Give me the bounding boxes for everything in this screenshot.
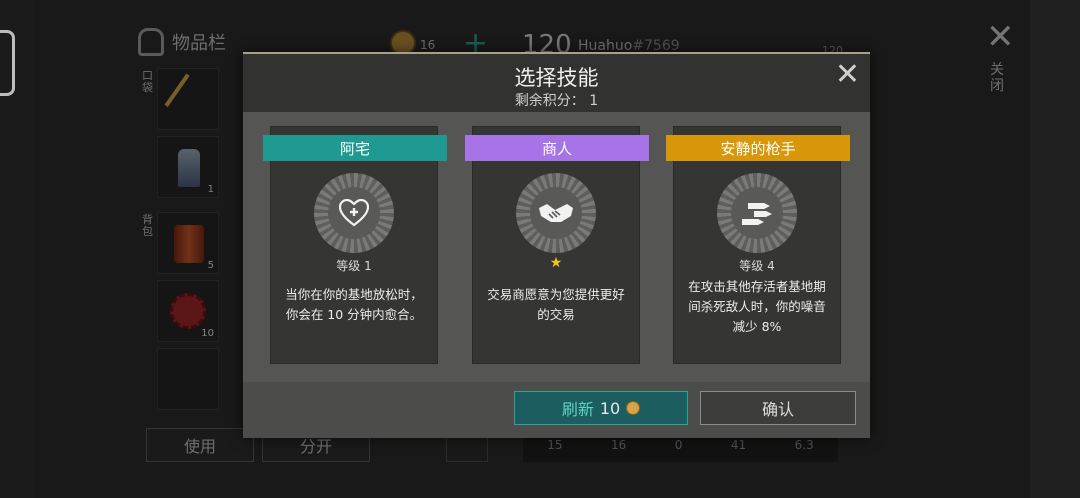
skill-badge [516,173,596,253]
star-icon: ★ [549,255,563,271]
close-icon[interactable]: ✕ [835,60,860,90]
skill-badge [314,173,394,253]
dialog-title: 选择技能 [514,66,599,90]
coin-icon [626,401,641,415]
skill-name-ribbon: 阿宅 [257,135,453,161]
skill-level: 等级 1 [336,259,372,273]
skill-name-ribbon: 商人 [459,135,655,161]
skill-description: 当你在你的基地放松时，你会在 10 分钟内愈合。 [285,287,423,322]
skill-description: 交易商愿意为您提供更好的交易 [487,287,625,322]
dialog-header: 选择技能 剩余积分： 1 ✕ [243,54,870,112]
hexagon-menu-icon[interactable] [0,30,15,96]
skill-card-merchant[interactable]: 商人 ★ 交易商愿意为您提供更好的交易 [459,126,655,364]
skill-level: 等级 4 [739,259,775,273]
skill-card-silent-gunner[interactable]: 安静的枪手 等级 4 在攻击其他存活者基地期间杀死敌人时，你的噪音减少 8% [660,126,856,364]
refresh-cost: 10 [599,398,621,418]
left-edge-panel [0,0,34,498]
handshake-icon [539,204,573,222]
skill-cards-area: 阿宅 等级 1 当你在你的基地放松时，你会在 10 分钟内愈合。 商人 ★ 交易… [243,112,870,382]
bullets-icon [742,203,772,225]
skill-description: 在攻击其他存活者基地期间杀死敌人时，你的噪音减少 8% [688,279,826,334]
heart-plus-icon [339,199,369,227]
skill-badge [717,173,797,253]
confirm-button[interactable]: 确认 [700,391,856,425]
skill-card-homebody[interactable]: 阿宅 等级 1 当你在你的基地放松时，你会在 10 分钟内愈合。 [257,126,453,364]
remaining-points: 剩余积分： 1 [514,93,599,109]
skill-name-ribbon: 安静的枪手 [660,135,856,161]
right-edge-panel [1030,0,1080,498]
skill-select-dialog: 选择技能 剩余积分： 1 ✕ 阿宅 等级 1 当你在你的基地放松时，你会在 10… [243,52,870,438]
refresh-label: 刷新 [561,400,594,419]
refresh-button[interactable]: 刷新 10 [514,391,688,425]
